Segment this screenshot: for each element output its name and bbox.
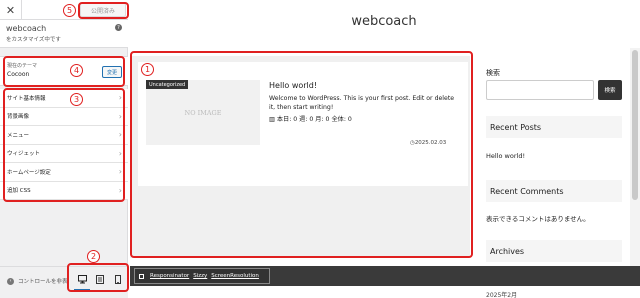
annotation-box-4 [3,56,125,87]
responsive-links: Responsinator Sizzy ScreenResolution [134,268,270,284]
annotation-number: 4 [70,64,83,77]
archive-item[interactable]: 2025年2月 [486,290,517,298]
responsinator-link[interactable]: Responsinator [150,273,189,279]
screenresolution-link[interactable]: ScreenResolution [211,273,259,279]
recent-posts-title: Recent Posts [486,116,622,138]
archives-title: Archives [486,240,622,262]
site-title[interactable]: webcoach [128,14,640,29]
hide-controls-label: コントロールを非表 [18,279,68,285]
annotation-number: 3 [70,93,83,106]
collapse-icon: ‹ [7,277,14,285]
recent-comments-title: Recent Comments [486,180,622,202]
annotation-number: 5 [63,4,76,17]
annotation-box-3 [3,88,125,202]
recent-post-link[interactable]: Hello world! [486,152,525,160]
hide-controls-button[interactable]: ‹ コントロールを非表 [7,277,68,285]
square-icon [139,273,144,279]
sizzy-link[interactable]: Sizzy [193,273,207,279]
annotation-number: 1 [141,63,154,76]
no-comments-text: 表示できるコメントはありません。 [486,215,590,223]
annotation-box-5 [78,2,129,19]
site-name: webcoach [6,24,47,33]
scrollbar-thumb[interactable] [632,50,638,200]
annotation-number: 2 [87,250,100,263]
search-input[interactable] [486,80,594,100]
close-icon[interactable]: ✕ [0,0,22,20]
annotation-box-2 [67,263,129,292]
search-label: 検索 [486,69,500,77]
customizing-subtitle: をカスタマイズ中です [6,37,61,43]
search-button[interactable]: 検索 [598,80,622,100]
help-icon[interactable]: ? [115,24,122,31]
annotation-box-1 [130,51,473,258]
customizer-site-header: webcoach をカスタマイズ中です ? [0,20,128,48]
